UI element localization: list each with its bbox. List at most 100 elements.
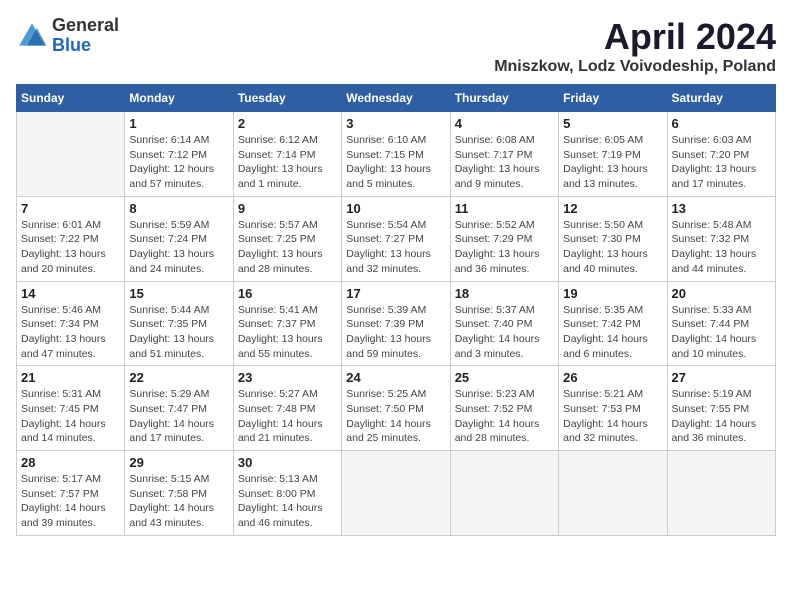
day-info: Sunrise: 5:52 AM Sunset: 7:29 PM Dayligh… xyxy=(455,218,554,277)
day-info: Sunrise: 5:59 AM Sunset: 7:24 PM Dayligh… xyxy=(129,218,228,277)
calendar-cell: 10Sunrise: 5:54 AM Sunset: 7:27 PM Dayli… xyxy=(342,196,450,281)
day-number: 25 xyxy=(455,370,554,385)
day-info: Sunrise: 5:37 AM Sunset: 7:40 PM Dayligh… xyxy=(455,303,554,362)
day-info: Sunrise: 5:41 AM Sunset: 7:37 PM Dayligh… xyxy=(238,303,337,362)
month-title: April 2024 xyxy=(494,16,776,58)
logo: General Blue xyxy=(16,16,119,56)
calendar-cell xyxy=(17,112,125,197)
day-number: 29 xyxy=(129,455,228,470)
day-info: Sunrise: 5:33 AM Sunset: 7:44 PM Dayligh… xyxy=(672,303,771,362)
day-info: Sunrise: 6:03 AM Sunset: 7:20 PM Dayligh… xyxy=(672,133,771,192)
calendar-cell: 13 Sunrise: 5:48 AM Sunset: 7:32 PM Dayli… xyxy=(667,196,775,281)
day-info: Sunrise: 5:48 AM Sunset: 7:32 PM Dayligh… xyxy=(672,218,771,277)
calendar-cell: 4 Sunrise: 6:08 AM Sunset: 7:17 PM Daylig… xyxy=(450,112,558,197)
logo-icon xyxy=(16,20,48,52)
day-info: Sunrise: 5:35 AM Sunset: 7:42 PM Dayligh… xyxy=(563,303,662,362)
day-number: 18 xyxy=(455,286,554,301)
calendar-cell: 18 Sunrise: 5:37 AM Sunset: 7:40 PM Dayli… xyxy=(450,281,558,366)
calendar-cell xyxy=(559,451,667,536)
day-number: 15 xyxy=(129,286,228,301)
weekday-header-row: SundayMondayTuesdayWednesdayThursdayFrid… xyxy=(17,85,776,112)
day-number: 2 xyxy=(238,116,337,131)
day-number: 14 xyxy=(21,286,120,301)
day-number: 12 xyxy=(563,201,662,216)
calendar-week-row: 1 Sunrise: 6:14 AM Sunset: 7:12 PM Daylig… xyxy=(17,112,776,197)
calendar-cell: 3Sunrise: 6:10 AM Sunset: 7:15 PM Daylig… xyxy=(342,112,450,197)
day-info: Sunrise: 5:46 AM Sunset: 7:34 PM Dayligh… xyxy=(21,303,120,362)
day-info: Sunrise: 6:01 AM Sunset: 7:22 PM Dayligh… xyxy=(21,218,120,277)
calendar-cell: 25 Sunrise: 5:23 AM Sunset: 7:52 PM Dayli… xyxy=(450,366,558,451)
calendar-cell xyxy=(667,451,775,536)
day-number: 13 xyxy=(672,201,771,216)
day-number: 22 xyxy=(129,370,228,385)
day-info: Sunrise: 6:10 AM Sunset: 7:15 PM Dayligh… xyxy=(346,133,445,192)
day-info: Sunrise: 5:29 AM Sunset: 7:47 PM Dayligh… xyxy=(129,387,228,446)
calendar-cell: 12 Sunrise: 5:50 AM Sunset: 7:30 PM Dayli… xyxy=(559,196,667,281)
day-number: 4 xyxy=(455,116,554,131)
calendar-cell: 9Sunrise: 5:57 AM Sunset: 7:25 PM Daylig… xyxy=(233,196,341,281)
calendar-week-row: 21 Sunrise: 5:31 AM Sunset: 7:45 PM Dayli… xyxy=(17,366,776,451)
day-number: 19 xyxy=(563,286,662,301)
weekday-header: Tuesday xyxy=(233,85,341,112)
day-info: Sunrise: 5:15 AM Sunset: 7:58 PM Dayligh… xyxy=(129,472,228,531)
calendar-cell: 16 Sunrise: 5:41 AM Sunset: 7:37 PM Dayli… xyxy=(233,281,341,366)
logo-general: General xyxy=(52,16,119,36)
weekday-header: Thursday xyxy=(450,85,558,112)
weekday-header: Monday xyxy=(125,85,233,112)
day-info: Sunrise: 5:39 AM Sunset: 7:39 PM Dayligh… xyxy=(346,303,445,362)
day-info: Sunrise: 5:21 AM Sunset: 7:53 PM Dayligh… xyxy=(563,387,662,446)
day-number: 30 xyxy=(238,455,337,470)
day-number: 23 xyxy=(238,370,337,385)
weekday-header: Saturday xyxy=(667,85,775,112)
calendar-cell: 1 Sunrise: 6:14 AM Sunset: 7:12 PM Daylig… xyxy=(125,112,233,197)
day-number: 5 xyxy=(563,116,662,131)
calendar-cell: 7 Sunrise: 6:01 AM Sunset: 7:22 PM Daylig… xyxy=(17,196,125,281)
day-number: 1 xyxy=(129,116,228,131)
day-info: Sunrise: 6:12 AM Sunset: 7:14 PM Dayligh… xyxy=(238,133,337,192)
calendar-cell: 29 Sunrise: 5:15 AM Sunset: 7:58 PM Dayli… xyxy=(125,451,233,536)
day-number: 28 xyxy=(21,455,120,470)
header: General Blue April 2024 Mniszkow, Lodz V… xyxy=(16,16,776,76)
day-info: Sunrise: 6:08 AM Sunset: 7:17 PM Dayligh… xyxy=(455,133,554,192)
calendar-cell: 23 Sunrise: 5:27 AM Sunset: 7:48 PM Dayli… xyxy=(233,366,341,451)
day-info: Sunrise: 6:14 AM Sunset: 7:12 PM Dayligh… xyxy=(129,133,228,192)
day-info: Sunrise: 5:19 AM Sunset: 7:55 PM Dayligh… xyxy=(672,387,771,446)
day-number: 16 xyxy=(238,286,337,301)
day-number: 9 xyxy=(238,201,337,216)
calendar-week-row: 7 Sunrise: 6:01 AM Sunset: 7:22 PM Daylig… xyxy=(17,196,776,281)
calendar-week-row: 28Sunrise: 5:17 AM Sunset: 7:57 PM Dayli… xyxy=(17,451,776,536)
weekday-header: Wednesday xyxy=(342,85,450,112)
day-info: Sunrise: 5:31 AM Sunset: 7:45 PM Dayligh… xyxy=(21,387,120,446)
day-info: Sunrise: 5:13 AM Sunset: 8:00 PM Dayligh… xyxy=(238,472,337,531)
day-info: Sunrise: 5:50 AM Sunset: 7:30 PM Dayligh… xyxy=(563,218,662,277)
day-info: Sunrise: 5:27 AM Sunset: 7:48 PM Dayligh… xyxy=(238,387,337,446)
calendar-cell: 8Sunrise: 5:59 AM Sunset: 7:24 PM Daylig… xyxy=(125,196,233,281)
day-number: 17 xyxy=(346,286,445,301)
calendar-cell: 17 Sunrise: 5:39 AM Sunset: 7:39 PM Dayli… xyxy=(342,281,450,366)
day-info: Sunrise: 6:05 AM Sunset: 7:19 PM Dayligh… xyxy=(563,133,662,192)
day-number: 24 xyxy=(346,370,445,385)
calendar-cell: 27 Sunrise: 5:19 AM Sunset: 7:55 PM Dayli… xyxy=(667,366,775,451)
calendar-cell: 20 Sunrise: 5:33 AM Sunset: 7:44 PM Dayli… xyxy=(667,281,775,366)
calendar-cell xyxy=(342,451,450,536)
calendar-cell: 24Sunrise: 5:25 AM Sunset: 7:50 PM Dayli… xyxy=(342,366,450,451)
day-info: Sunrise: 5:54 AM Sunset: 7:27 PM Dayligh… xyxy=(346,218,445,277)
day-number: 20 xyxy=(672,286,771,301)
day-info: Sunrise: 5:44 AM Sunset: 7:35 PM Dayligh… xyxy=(129,303,228,362)
title-area: April 2024 Mniszkow, Lodz Voivodeship, P… xyxy=(494,16,776,76)
day-number: 27 xyxy=(672,370,771,385)
day-number: 7 xyxy=(21,201,120,216)
calendar-cell: 11Sunrise: 5:52 AM Sunset: 7:29 PM Dayli… xyxy=(450,196,558,281)
calendar-cell: 2 Sunrise: 6:12 AM Sunset: 7:14 PM Daylig… xyxy=(233,112,341,197)
calendar-cell: 5 Sunrise: 6:05 AM Sunset: 7:19 PM Daylig… xyxy=(559,112,667,197)
weekday-header: Friday xyxy=(559,85,667,112)
calendar-cell: 14 Sunrise: 5:46 AM Sunset: 7:34 PM Dayli… xyxy=(17,281,125,366)
calendar-cell: 6Sunrise: 6:03 AM Sunset: 7:20 PM Daylig… xyxy=(667,112,775,197)
location-title: Mniszkow, Lodz Voivodeship, Poland xyxy=(494,58,776,76)
day-number: 21 xyxy=(21,370,120,385)
calendar-cell: 19 Sunrise: 5:35 AM Sunset: 7:42 PM Dayli… xyxy=(559,281,667,366)
day-info: Sunrise: 5:23 AM Sunset: 7:52 PM Dayligh… xyxy=(455,387,554,446)
calendar-cell: 22 Sunrise: 5:29 AM Sunset: 7:47 PM Dayli… xyxy=(125,366,233,451)
day-number: 26 xyxy=(563,370,662,385)
calendar-cell: 26 Sunrise: 5:21 AM Sunset: 7:53 PM Dayli… xyxy=(559,366,667,451)
